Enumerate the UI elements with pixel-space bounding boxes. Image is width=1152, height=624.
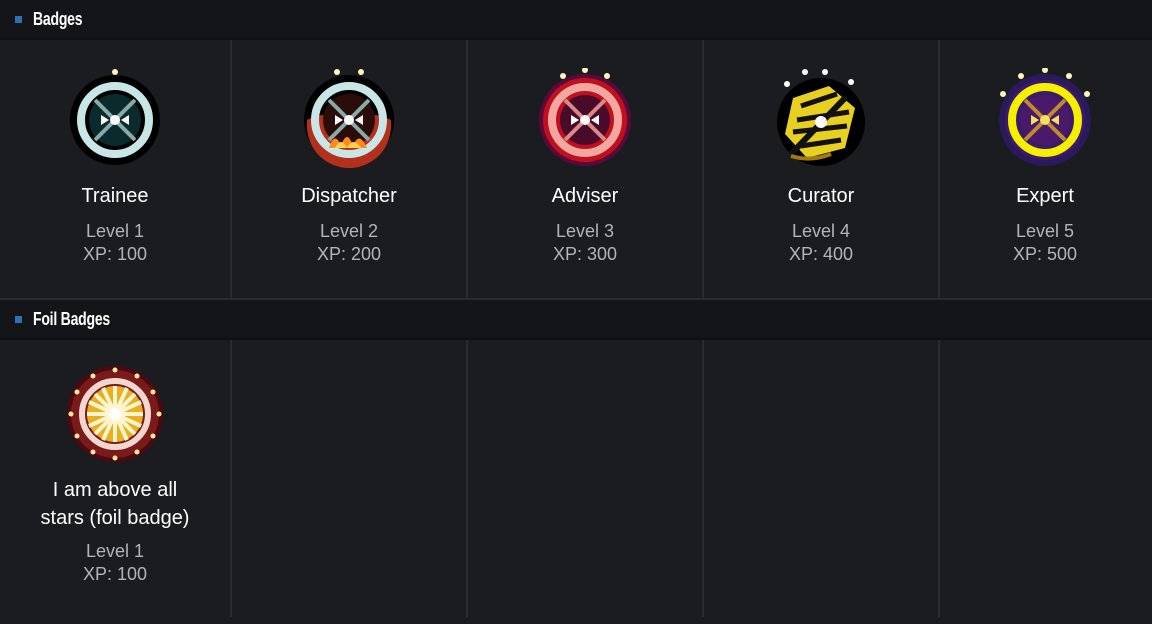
badge-xp: XP: 500 <box>1012 244 1078 264</box>
badges-section-header: Badges <box>0 0 1152 40</box>
dispatcher-badge-icon <box>304 69 394 168</box>
badge-level: Level 1 <box>85 221 145 241</box>
badge-card-trainee[interactable]: Trainee Level 1 XP: 100 <box>0 40 232 298</box>
badge-name: Curator <box>787 185 855 207</box>
badge-card-expert[interactable]: Expert Level 5 XP: 500 <box>940 40 1150 298</box>
empty-badge-slot <box>704 340 940 617</box>
badge-card-dispatcher[interactable]: Dispatcher Level 2 XP: 200 <box>232 40 468 298</box>
badge-xp: XP: 100 <box>82 244 148 264</box>
expert-badge-icon <box>999 68 1091 166</box>
foil-badges-grid: I am above all stars (foil badge) Level … <box>0 340 1152 617</box>
badge-xp: XP: 300 <box>552 244 618 264</box>
section-marker-icon <box>15 15 22 23</box>
section-marker-icon <box>15 315 22 323</box>
foil-badge-card-above-all-stars[interactable]: I am above all stars (foil badge) Level … <box>0 340 232 617</box>
empty-badge-slot <box>232 340 468 617</box>
badge-xp: XP: 400 <box>788 244 854 264</box>
badge-name: Adviser <box>551 185 619 207</box>
badge-name: Expert <box>1016 185 1074 207</box>
empty-badge-slot <box>468 340 704 617</box>
foil-badges-section-title: Foil Badges <box>33 308 111 329</box>
curator-badge-icon <box>777 69 865 166</box>
badges-section-title: Badges <box>33 8 83 29</box>
foil-star-badge-icon <box>67 366 163 462</box>
badge-card-adviser[interactable]: Adviser Level 3 XP: 300 <box>468 40 704 298</box>
badge-level: Level 2 <box>319 221 379 241</box>
foil-badges-section-header: Foil Badges <box>0 300 1152 340</box>
badge-xp: XP: 100 <box>82 564 148 584</box>
badge-name: I am above all stars (foil badge) <box>40 479 190 529</box>
badge-level: Level 4 <box>791 221 851 241</box>
badges-grid: Trainee Level 1 XP: 100 Dispatcher Level… <box>0 40 1152 298</box>
empty-badge-slot <box>940 340 1150 617</box>
badge-level: Level 5 <box>1015 221 1075 241</box>
badge-name: Trainee <box>81 185 149 207</box>
adviser-badge-icon <box>539 68 631 166</box>
badge-xp: XP: 200 <box>316 244 382 264</box>
badge-name: Dispatcher <box>301 185 397 207</box>
trainee-badge-icon <box>70 69 160 165</box>
badge-level: Level 1 <box>85 541 145 561</box>
badge-level: Level 3 <box>555 221 615 241</box>
badge-card-curator[interactable]: Curator Level 4 XP: 400 <box>704 40 940 298</box>
